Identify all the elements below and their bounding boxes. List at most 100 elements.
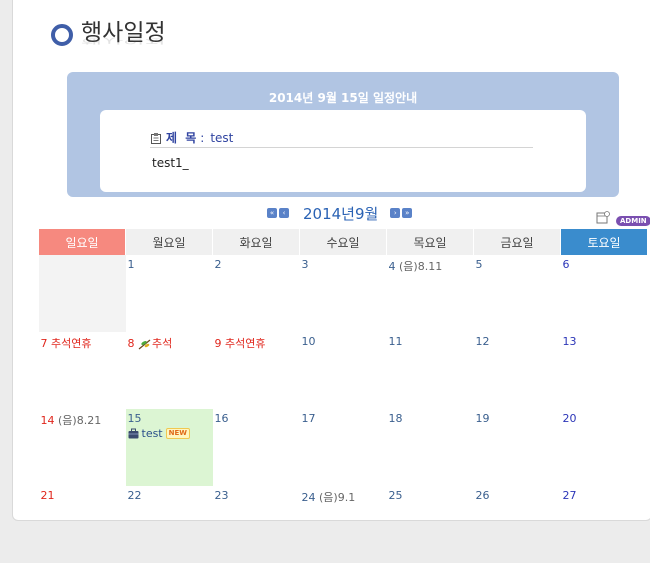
day-number: 21 (40, 489, 55, 502)
calendar-day[interactable]: 9 추석연휴 (213, 332, 300, 409)
schedule-notice: 2014년 9월 15일 일정안내 제 목 : test test1_ (67, 72, 619, 197)
calendar-day[interactable]: 1 (126, 255, 213, 332)
subject-divider (150, 147, 533, 148)
day-number: 11 (388, 335, 403, 348)
day-number: 27 (562, 489, 577, 502)
ring-icon (51, 24, 73, 46)
day-number: 22 (127, 489, 142, 502)
calendar-week: 14 (음)8.21 15 test NEW 16 17 18 19 20 (39, 409, 648, 486)
day-number: 10 (301, 335, 316, 348)
calendar-day[interactable]: 16 (213, 409, 300, 486)
day-number: 3 (301, 258, 309, 271)
day-cell-text: 8 추석 (126, 332, 213, 351)
prev-year-button[interactable]: « (267, 208, 277, 218)
lunar-date: (음)9.1 (319, 491, 356, 504)
day-cell-text: 14 (음)8.21 (39, 409, 126, 428)
weekday-fri: 금요일 (473, 229, 561, 255)
calendar-day[interactable]: 26 (474, 486, 561, 563)
calendar-week: 1 2 3 4 (음)8.11 5 6 (38, 255, 648, 332)
calendar-day[interactable]: 23 (213, 486, 300, 563)
day-number: 18 (388, 412, 403, 425)
notice-box: 제 목 : test test1_ (100, 110, 586, 192)
day-cell-text: 9 추석연휴 (213, 332, 300, 351)
day-number: 14 (40, 414, 55, 427)
weekday-tue: 화요일 (212, 229, 300, 255)
calendar-day[interactable]: 20 (561, 409, 648, 486)
day-number: 8 (127, 337, 135, 350)
calendar-day[interactable]: 22 (126, 486, 213, 563)
calendar-day-today[interactable]: 15 test NEW (125, 409, 213, 486)
page-container: 행사일정 행사일정 2014년 9월 15일 일정안내 제 목 : test t… (12, 0, 650, 521)
day-number: 23 (214, 489, 229, 502)
calendar-day[interactable]: 5 (474, 255, 561, 332)
calendar-day[interactable]: 13 (561, 332, 648, 409)
day-cell-text: 24 (음)9.1 (300, 486, 387, 505)
calendar-day[interactable]: 21 (39, 486, 126, 563)
calendar-day[interactable]: 11 (387, 332, 474, 409)
weekday-header-row: 일요일 월요일 화요일 수요일 목요일 금요일 토요일 (38, 229, 647, 255)
next-month-button[interactable]: › (390, 208, 401, 218)
day-cell-text: 7 추석연휴 (39, 332, 126, 351)
day-number: 9 (214, 337, 222, 350)
day-number: 26 (475, 489, 490, 502)
calendar-grid: 일요일 월요일 화요일 수요일 목요일 금요일 토요일 1 2 3 4 (음)8… (38, 229, 647, 563)
month-navigation: « ‹ 2014년9월 › » (267, 203, 414, 223)
day-number: 25 (388, 489, 403, 502)
day-number: 13 (562, 335, 577, 348)
day-number: 7 (40, 337, 48, 350)
weekday-wed: 수요일 (299, 229, 387, 255)
calendar-week: 21 22 23 24 (음)9.1 25 26 27 (39, 486, 648, 563)
day-number: 1 (127, 258, 135, 271)
calendar-day[interactable]: 12 (474, 332, 561, 409)
day-number: 6 (562, 258, 570, 271)
day-cell-text: 4 (음)8.11 (387, 255, 474, 274)
next-year-button[interactable]: » (402, 208, 413, 218)
holiday-leaf-icon (138, 339, 151, 349)
calendar-day[interactable]: 6 (561, 255, 648, 332)
subject-value: test (210, 130, 234, 145)
day-number: 2 (214, 258, 222, 271)
prev-month-button[interactable]: ‹ (279, 208, 289, 218)
calendar-day[interactable]: 27 (561, 486, 648, 563)
calendar-day[interactable]: 17 (300, 409, 387, 486)
calendar-day[interactable]: 8 추석 (126, 332, 213, 409)
page-title-reflection: 행사일정 (81, 33, 166, 46)
month-title: 2014년9월 (303, 204, 379, 223)
day-number: 4 (388, 260, 396, 273)
day-number: 15 (127, 412, 142, 425)
briefcase-icon (128, 428, 138, 439)
calendar-day[interactable]: 2 (213, 255, 300, 332)
event-title: test (141, 427, 163, 440)
weekday-mon: 월요일 (125, 229, 213, 255)
calendar-day[interactable]: 10 (300, 332, 387, 409)
calendar-day[interactable]: 24 (음)9.1 (300, 486, 387, 563)
day-number: 20 (562, 412, 577, 425)
weekday-thu: 목요일 (386, 229, 474, 255)
notice-subject: 제 목 : test (150, 129, 233, 146)
weekday-sat: 토요일 (560, 229, 647, 255)
day-number: 24 (301, 491, 316, 504)
calendar-day[interactable]: 18 (387, 409, 474, 486)
day-number: 5 (475, 258, 483, 271)
lunar-date: (음)8.11 (399, 260, 443, 273)
calendar-week: 7 추석연휴 8 추석 9 추석연휴 10 11 12 13 (39, 332, 648, 409)
day-number: 12 (475, 335, 490, 348)
calendar-day[interactable]: 14 (음)8.21 (39, 409, 126, 486)
lunar-date: (음)8.21 (58, 414, 102, 427)
calendar-event[interactable]: test NEW (126, 427, 213, 440)
calendar-day[interactable]: 19 (474, 409, 561, 486)
weekday-sun: 일요일 (38, 229, 126, 255)
holiday-name: 추석 (152, 337, 173, 350)
notice-content: test1_ (152, 156, 189, 170)
calendar-day[interactable]: 3 (300, 255, 387, 332)
new-badge: NEW (165, 428, 190, 439)
calendar-day[interactable]: 25 (387, 486, 474, 563)
calendar-day[interactable]: 7 추석연휴 (39, 332, 126, 409)
day-number: 19 (475, 412, 490, 425)
day-number: 16 (214, 412, 229, 425)
admin-badge[interactable]: ADMIN (616, 216, 650, 226)
calendar-day[interactable]: 4 (음)8.11 (387, 255, 474, 332)
subject-label: 제 목 (166, 131, 199, 145)
calendar-admin-icon[interactable] (596, 210, 610, 224)
holiday-name: 추석연휴 (51, 337, 92, 350)
